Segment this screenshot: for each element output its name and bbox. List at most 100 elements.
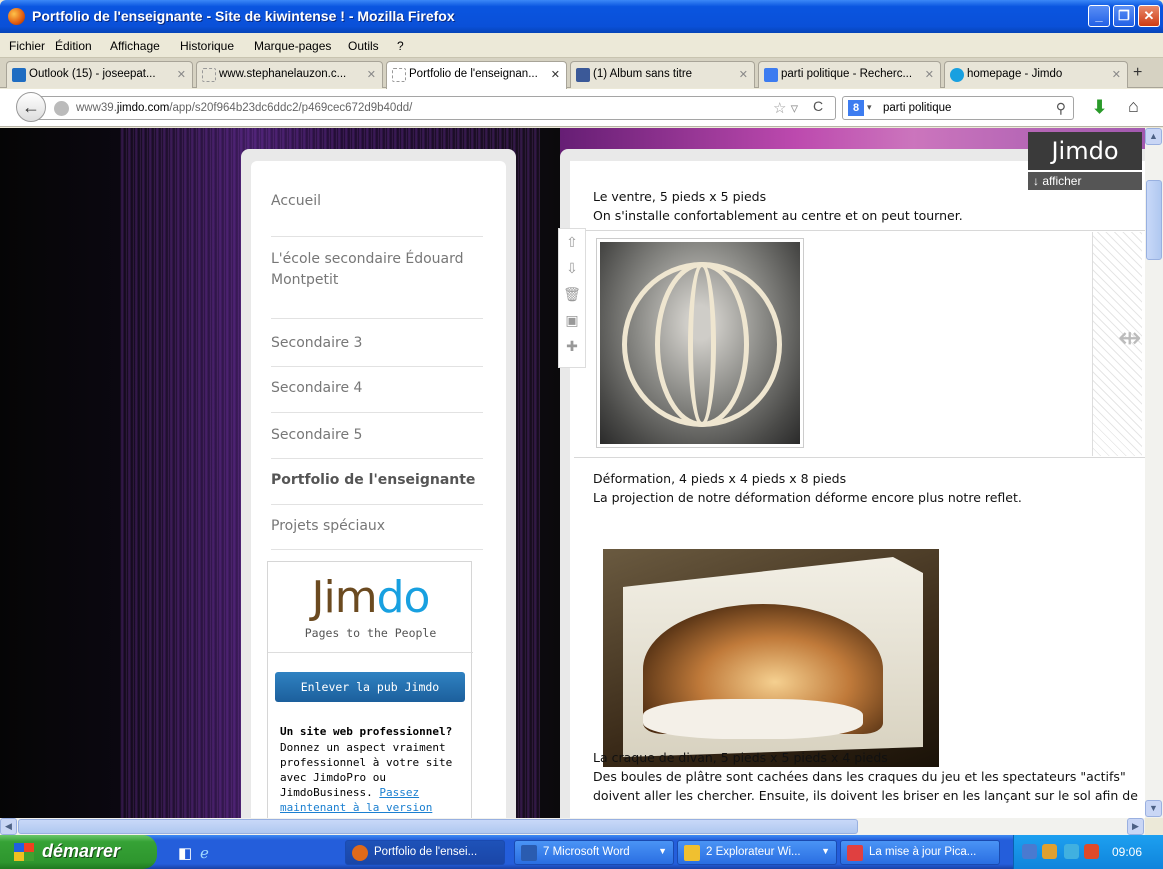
tab-outlook[interactable]: Outlook (15) - joseepat... ✕ [6, 61, 193, 88]
tab-label: Portfolio de l'enseignan... [409, 68, 538, 80]
firefox-icon [352, 845, 368, 861]
scroll-thumb[interactable] [1146, 180, 1162, 260]
tab-strip: Outlook (15) - joseepat... ✕ www.stephan… [0, 58, 1163, 89]
tray-speaker-icon[interactable] [1042, 844, 1057, 859]
afficher-toggle[interactable]: ↓ afficher [1028, 172, 1142, 190]
sidebar-item-secondaire-4[interactable]: Secondaire 4 [271, 378, 483, 413]
tab-google[interactable]: parti politique - Recherc... ✕ [758, 61, 941, 88]
image-module-editing[interactable]: ⇹ [574, 230, 1145, 458]
jimdo-icon [950, 68, 964, 82]
download-icon[interactable]: ⬇ [1092, 97, 1107, 118]
chevron-down-icon[interactable]: ▾ [867, 102, 872, 113]
module-toolbar: ⇧ ⇩ 🗑 ▣ ✚ [558, 228, 586, 368]
word-icon [521, 845, 537, 861]
minimize-button[interactable]: _ [1088, 5, 1110, 27]
facebook-icon [576, 68, 590, 82]
deformation-photo[interactable] [603, 549, 939, 767]
copy-icon[interactable]: ▣ [559, 307, 585, 333]
menu-help[interactable]: ? [397, 39, 404, 53]
item1-title: Le ventre, 5 pieds x 5 pieds [593, 189, 767, 204]
firefox-icon [8, 8, 25, 25]
ventre-photo[interactable] [596, 238, 804, 448]
taskbar: démarrer ◧ ℯ Portfolio de l'ensei... 7 M… [0, 835, 1163, 869]
scroll-right-icon[interactable]: ▶ [1127, 818, 1144, 835]
add-icon[interactable]: ✚ [559, 333, 585, 359]
sidebar-panel: Accueil L'école secondaire Édouard Montp… [251, 161, 506, 818]
scroll-left-icon[interactable]: ◀ [0, 818, 17, 835]
move-up-icon[interactable]: ⇧ [559, 229, 585, 255]
new-tab-button[interactable]: + [1133, 64, 1142, 82]
close-button[interactable]: ✕ [1138, 5, 1160, 27]
taskbar-item-firefox[interactable]: Portfolio de l'ensei... [345, 840, 505, 865]
jimdo-corner-logo[interactable]: Jimdo [1028, 132, 1142, 170]
maximize-button[interactable]: ❐ [1113, 5, 1135, 27]
system-tray: 09:06 [1013, 835, 1163, 869]
menu-marque-pages[interactable]: Marque-pages [254, 39, 331, 53]
tab-close-icon[interactable]: ✕ [177, 68, 186, 81]
menu-historique[interactable]: Historique [180, 39, 234, 53]
tab-close-icon[interactable]: ✕ [739, 68, 748, 81]
horizontal-scrollbar[interactable]: ◀ ▶ [0, 818, 1145, 835]
remove-ad-button[interactable]: Enlever la pub Jimdo [275, 672, 465, 702]
url-path: /app/s20f964b23dc6ddc2/p469cec672d9b40dd… [169, 102, 413, 114]
sidebar-item-ecole[interactable]: L'école secondaire Édouard Montpetit [271, 249, 483, 319]
windows-flag-icon [14, 843, 34, 861]
scroll-up-icon[interactable]: ▲ [1145, 128, 1162, 145]
sidebar-item-projets[interactable]: Projets spéciaux [271, 516, 483, 550]
picasa-icon [847, 845, 863, 861]
home-icon[interactable]: ⌂ [1128, 96, 1139, 117]
sidebar-item-accueil[interactable]: Accueil [271, 191, 483, 237]
tab-jimdo-home[interactable]: homepage - Jimdo ✕ [944, 61, 1128, 88]
tab-close-icon[interactable]: ✕ [367, 68, 376, 81]
url-bar[interactable]: www39.jimdo.com/app/s20f964b23dc6ddc2/p4… [36, 96, 836, 120]
sidebar-item-secondaire-5[interactable]: Secondaire 5 [271, 425, 483, 459]
menu-outils[interactable]: Outils [348, 39, 379, 53]
outlook-icon [12, 68, 26, 82]
tray-network-icon[interactable] [1064, 844, 1079, 859]
back-button[interactable]: ← [16, 92, 46, 122]
show-desktop-icon[interactable]: ◧ [178, 844, 192, 862]
search-input[interactable]: 8 ▾ parti politique ⚲ [842, 96, 1074, 120]
menu-fichier[interactable]: Fichier [9, 39, 45, 53]
globe-icon [54, 101, 69, 116]
title-bar[interactable]: Portfolio de l'enseignante - Site de kiw… [0, 0, 1163, 33]
tab-portfolio[interactable]: Portfolio de l'enseignan... ✕ [386, 61, 567, 89]
menu-affichage[interactable]: Affichage [110, 39, 160, 53]
delete-icon[interactable]: 🗑 [559, 281, 585, 307]
sidebar-item-portfolio[interactable]: Portfolio de l'enseignante [271, 470, 483, 505]
reload-icon[interactable]: C [813, 98, 823, 114]
internet-explorer-icon[interactable]: ℯ [200, 844, 209, 862]
item3-desc-line1: Des boules de plâtre sont cachées dans l… [593, 769, 1126, 784]
clock: 09:06 [1112, 845, 1143, 859]
scroll-thumb[interactable] [18, 819, 858, 834]
tab-stephanelauzon[interactable]: www.stephanelauzon.c... ✕ [196, 61, 383, 88]
menu-bar: Fichier Édition Affichage Historique Mar… [0, 33, 1163, 58]
item3-title: La craque de divan, 5 pieds x 5 pieds x … [593, 750, 888, 765]
jimdo-ad: Jimdo Pages to the People Enlever la pub… [267, 561, 473, 818]
scroll-down-icon[interactable]: ▼ [1145, 800, 1162, 817]
google-icon: 8 [848, 100, 864, 116]
jimdo-logo: Jimdo [311, 572, 431, 623]
move-down-icon[interactable]: ⇩ [559, 255, 585, 281]
tab-close-icon[interactable]: ✕ [551, 68, 560, 81]
tray-shield-icon[interactable] [1022, 844, 1037, 859]
search-value: parti politique [883, 102, 952, 114]
taskbar-item-word[interactable]: 7 Microsoft Word ▼ [514, 840, 674, 865]
url-prefix: www39. [76, 102, 117, 114]
tab-facebook[interactable]: (1) Album sans titre ✕ [570, 61, 755, 88]
start-button[interactable]: démarrer [0, 835, 157, 869]
tab-label: parti politique - Recherc... [781, 68, 913, 80]
sidebar-item-secondaire-3[interactable]: Secondaire 3 [271, 333, 483, 367]
vertical-scrollbar[interactable]: ▲ ▼ [1145, 128, 1163, 818]
bookmark-star-icon[interactable]: ☆ ▿ [773, 99, 798, 117]
resize-arrows-icon[interactable]: ⇹ [1118, 321, 1141, 354]
firefox-window: Portfolio de l'enseignante - Site de kiw… [0, 0, 1163, 869]
taskbar-item-explorer[interactable]: 2 Explorateur Wi... ▼ [677, 840, 837, 865]
tray-app-icon[interactable] [1084, 844, 1099, 859]
item2-desc: La projection de notre déformation défor… [593, 490, 1022, 505]
menu-edition[interactable]: Édition [55, 39, 92, 53]
taskbar-item-picasa[interactable]: La mise à jour Pica... [840, 840, 1000, 865]
search-icon[interactable]: ⚲ [1056, 100, 1066, 117]
tab-close-icon[interactable]: ✕ [1112, 68, 1121, 81]
tab-close-icon[interactable]: ✕ [925, 68, 934, 81]
